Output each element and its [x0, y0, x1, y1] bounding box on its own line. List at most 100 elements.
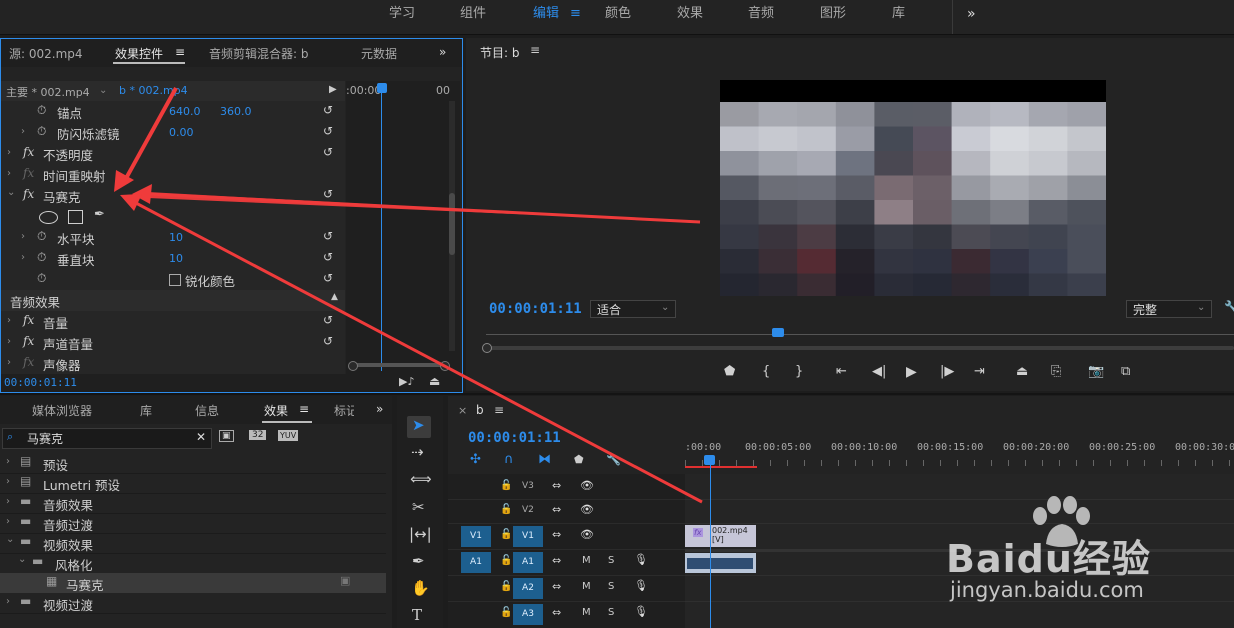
- tree-item-video-effects[interactable]: ⌄ ▬ 视频效果: [0, 533, 386, 554]
- workspace-tab-editing[interactable]: 编辑: [533, 0, 559, 30]
- reset-icon[interactable]: ↺: [323, 145, 333, 159]
- master-clip-label[interactable]: 主要 * 002.mp4: [6, 84, 90, 100]
- reset-icon[interactable]: ↺: [323, 334, 333, 348]
- mark-in-icon[interactable]: {: [762, 364, 770, 379]
- lock-icon[interactable]: 🔓: [500, 581, 512, 592]
- zoom-handle-right[interactable]: [440, 361, 450, 371]
- razor-tool-icon[interactable]: ✂: [412, 498, 425, 516]
- track-label[interactable]: V3: [522, 481, 534, 491]
- timeline-timecode[interactable]: 00:00:01:11: [468, 430, 561, 446]
- video-clip[interactable]: fx 002.mp4 [V]: [685, 525, 756, 547]
- track-target-a2[interactable]: A2: [513, 578, 543, 599]
- source-patch-v1[interactable]: V1: [461, 526, 491, 547]
- mini-timeline[interactable]: :00:00 00: [346, 81, 460, 391]
- overflow-chevron-icon[interactable]: »: [439, 45, 446, 59]
- linked-selection-icon[interactable]: ⧓: [538, 452, 551, 467]
- tab-info[interactable]: 信息: [195, 402, 219, 419]
- scrollbar-thumb[interactable]: [449, 193, 455, 255]
- mute-button[interactable]: M: [582, 581, 591, 592]
- anchor-y-value[interactable]: 360.0: [220, 105, 252, 118]
- solo-button[interactable]: S: [608, 581, 614, 592]
- fx-icon[interactable]: fx: [23, 313, 34, 327]
- chevron-right-icon[interactable]: ›: [6, 476, 10, 487]
- video-frame[interactable]: [720, 80, 1107, 316]
- extract-icon[interactable]: ⎘: [1051, 364, 1061, 379]
- tree-item-stylize[interactable]: ⌄ ▬ 风格化: [0, 553, 386, 574]
- track-select-tool-icon[interactable]: ⇢: [411, 443, 424, 461]
- effect-controls-timecode[interactable]: 00:00:01:11: [4, 376, 77, 389]
- play-icon[interactable]: ▶: [906, 364, 917, 380]
- panel-menu-icon[interactable]: ≡: [175, 45, 185, 59]
- sync-lock-icon[interactable]: ⇔: [552, 528, 561, 541]
- eye-icon[interactable]: 👁: [580, 503, 594, 516]
- rectangle-mask-icon[interactable]: [68, 210, 83, 224]
- stopwatch-icon[interactable]: ⏱: [37, 229, 46, 244]
- 32bit-filter-badge[interactable]: 32: [249, 430, 267, 440]
- stopwatch-icon[interactable]: ⏱: [37, 124, 46, 139]
- reset-icon[interactable]: ↺: [323, 124, 333, 138]
- step-forward-icon[interactable]: |▶: [940, 364, 954, 379]
- timeline-ruler[interactable]: :00:00 00:00:05:00 00:00:10:00 00:00:15:…: [685, 436, 1234, 470]
- reset-icon[interactable]: ↺: [323, 229, 333, 243]
- accelerated-effects-icon[interactable]: ▣: [219, 430, 234, 442]
- sharpen-colors-checkbox[interactable]: [169, 274, 181, 286]
- monitor-ruler[interactable]: [486, 334, 1234, 335]
- panel-menu-icon[interactable]: ≡: [530, 43, 540, 57]
- tab-markers[interactable]: 标记: [334, 402, 354, 419]
- reset-icon[interactable]: ↺: [323, 271, 333, 285]
- chevron-right-icon[interactable]: ›: [7, 357, 11, 368]
- chevron-down-icon[interactable]: ⌄: [99, 85, 107, 96]
- stopwatch-icon[interactable]: ⏱: [37, 271, 46, 286]
- program-timecode[interactable]: 00:00:01:11: [489, 301, 582, 317]
- tab-source[interactable]: 源: 002.mp4: [9, 45, 83, 62]
- anchor-x-value[interactable]: 640.0: [169, 105, 201, 118]
- work-area-bar[interactable]: [685, 466, 757, 468]
- mark-out-icon[interactable]: }: [795, 364, 803, 379]
- reset-icon[interactable]: ↺: [323, 313, 333, 327]
- ripple-edit-tool-icon[interactable]: ⟺: [410, 470, 432, 488]
- pen-tool-icon[interactable]: ✒: [412, 552, 425, 570]
- export-frame-camera-icon[interactable]: 📷: [1088, 364, 1104, 379]
- lock-icon[interactable]: 🔓: [500, 555, 512, 566]
- fx-icon[interactable]: fx: [23, 187, 34, 201]
- vertical-scrollbar[interactable]: [449, 101, 455, 351]
- workspace-tab-libraries[interactable]: 库: [892, 0, 905, 30]
- monitor-playhead[interactable]: [772, 328, 784, 337]
- zoom-handle-left[interactable]: [482, 343, 492, 353]
- tree-item-audio-effects[interactable]: › ▬ 音频效果: [0, 493, 386, 514]
- slip-tool-icon[interactable]: |↔|: [409, 525, 432, 543]
- sync-lock-icon[interactable]: ⇔: [552, 503, 561, 516]
- reset-icon[interactable]: ↺: [323, 250, 333, 264]
- tree-item-presets[interactable]: › ▤ 预设: [0, 453, 386, 474]
- reset-icon[interactable]: ↺: [323, 187, 333, 201]
- overflow-chevron-icon[interactable]: »: [967, 0, 976, 30]
- workspace-tab-assembly[interactable]: 组件: [460, 0, 486, 30]
- track-target-a3[interactable]: A3: [513, 604, 543, 625]
- microphone-icon[interactable]: 🎙: [634, 579, 648, 592]
- stopwatch-icon[interactable]: ⏱: [37, 103, 46, 118]
- chevron-right-icon[interactable]: ›: [6, 516, 10, 527]
- solo-button[interactable]: S: [608, 607, 614, 618]
- audio-clip[interactable]: [685, 553, 756, 573]
- chevron-right-icon[interactable]: ›: [6, 596, 10, 607]
- monitor-zoom-bar[interactable]: [486, 346, 1234, 350]
- workspace-tab-color[interactable]: 颜色: [605, 0, 631, 30]
- reset-icon[interactable]: ↺: [323, 103, 333, 117]
- collapse-up-icon[interactable]: ▲: [331, 292, 338, 302]
- mute-button[interactable]: M: [582, 607, 591, 618]
- sequence-tab[interactable]: b: [476, 403, 484, 417]
- tab-metadata[interactable]: 元数据: [361, 45, 397, 62]
- sync-lock-icon[interactable]: ⇔: [552, 580, 561, 593]
- quality-select[interactable]: 完整 ⌄: [1126, 300, 1212, 318]
- sync-lock-icon[interactable]: ⇔: [552, 479, 561, 492]
- ellipse-mask-icon[interactable]: [39, 211, 58, 224]
- lock-icon[interactable]: 🔓: [500, 529, 512, 540]
- wrench-icon[interactable]: 🔧: [1224, 300, 1234, 314]
- yuv-filter-badge[interactable]: YUV: [278, 430, 299, 441]
- zoom-handle-left[interactable]: [348, 361, 358, 371]
- horizontal-blocks-value[interactable]: 10: [169, 231, 183, 244]
- vertical-blocks-value[interactable]: 10: [169, 252, 183, 265]
- tab-audio-clip-mixer[interactable]: 音频剪辑混合器: b: [209, 45, 308, 62]
- nest-toggle-icon[interactable]: ✣: [470, 452, 481, 467]
- selection-tool-icon[interactable]: ➤: [412, 416, 425, 434]
